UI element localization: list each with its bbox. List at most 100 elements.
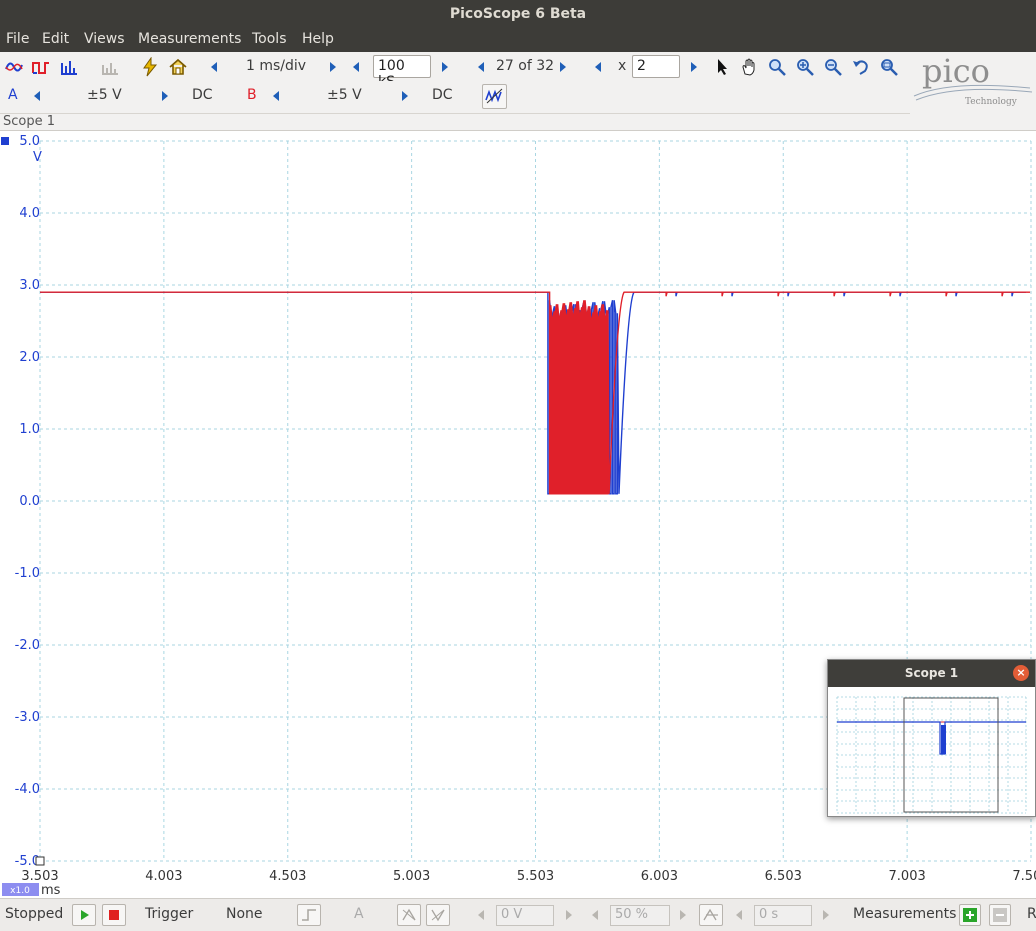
channel-a-label[interactable]: A [8, 87, 18, 103]
menu-bar: File Edit Views Measurements Tools Help [0, 28, 1036, 52]
plus-icon [963, 908, 977, 922]
pico-logo: pico Technology [910, 52, 1036, 114]
menu-file[interactable]: File [6, 31, 29, 47]
start-button[interactable] [72, 904, 96, 926]
x-tick-label: 4.503 [269, 869, 306, 884]
home-icon[interactable] [168, 57, 188, 77]
pre-trigger-increase-button [680, 910, 686, 920]
overview-window[interactable]: Scope 1 × [827, 659, 1036, 817]
waveform-options-icon [485, 88, 503, 104]
pico-logo-icon: pico Technology [913, 52, 1033, 107]
spectrum-mode-icon[interactable] [59, 57, 79, 77]
channel-options-button[interactable] [482, 84, 507, 109]
delay-input: 0 s [754, 905, 812, 926]
post-trigger-icon [703, 908, 718, 921]
x-tick-label: 4.003 [145, 869, 182, 884]
trigger-level-increase-button [566, 910, 572, 920]
y-tick-label: -3.0 [15, 710, 40, 725]
zoom-in-icon[interactable] [795, 57, 815, 77]
overview-title: Scope 1 [904, 666, 959, 680]
zoom-factor-decrease-button[interactable] [595, 62, 601, 72]
samples-increase-button[interactable] [442, 62, 448, 72]
undo-zoom-icon[interactable] [851, 57, 871, 77]
scope-view-tab[interactable]: Scope 1 [0, 114, 1036, 131]
hand-tool-icon[interactable] [739, 57, 759, 77]
samples-decrease-button[interactable] [353, 62, 359, 72]
rising-edge-button [397, 904, 421, 926]
add-measurement-button[interactable] [959, 904, 981, 926]
main-toolbar: 1 ms/div 100 kS 27 of 32 x 2 [0, 52, 910, 90]
advanced-trigger-button [297, 904, 321, 926]
menu-measurements[interactable]: Measurements [138, 31, 241, 47]
channel-toolbar: A ±5 V DC B ±5 V DC [0, 81, 910, 114]
zoom-tool-icon[interactable] [767, 57, 787, 77]
auto-setup-icon[interactable] [140, 57, 160, 77]
x-tick-label: 3.503 [21, 869, 58, 884]
falling-edge-button [426, 904, 450, 926]
x-tick-label: 7.003 [889, 869, 926, 884]
channel-b-coupling[interactable]: DC [432, 87, 453, 103]
menu-views[interactable]: Views [84, 31, 125, 47]
x-tick-label: 5.503 [517, 869, 554, 884]
run-state: Stopped [5, 906, 64, 922]
y-tick-label: 5.0 [19, 134, 40, 149]
overview-plot[interactable] [828, 687, 1035, 816]
samples-input[interactable]: 100 kS [373, 55, 431, 90]
menu-tools[interactable]: Tools [252, 31, 287, 47]
timebase-increase-button[interactable] [330, 62, 336, 72]
capture-next-button[interactable] [560, 62, 566, 72]
logo-text: pico [922, 52, 990, 90]
timebase-value[interactable]: 1 ms/div [246, 58, 306, 74]
trigger-edge-icon [302, 909, 316, 921]
channel-b-label[interactable]: B [247, 87, 257, 103]
y-tick-label: 0.0 [19, 494, 40, 509]
trigger-level-decrease-button [478, 910, 484, 920]
y-tick-label: -1.0 [15, 566, 40, 581]
y-tick-label: 1.0 [19, 422, 40, 437]
falling-edge-icon [431, 909, 445, 922]
overview-window-title: Scope 1 × [828, 660, 1035, 687]
channel-b-range-increase-button[interactable] [402, 91, 408, 101]
menu-edit[interactable]: Edit [42, 31, 69, 47]
trigger-source: A [354, 906, 364, 922]
rising-edge-icon [402, 908, 416, 921]
pre-trigger-decrease-button [592, 910, 598, 920]
y-tick-label: 4.0 [19, 206, 40, 221]
scope-mode-icon[interactable] [4, 57, 24, 77]
play-icon [81, 910, 89, 920]
channel-a-coupling[interactable]: DC [192, 87, 213, 103]
remove-measurement-button [989, 904, 1011, 926]
timebase-decrease-button[interactable] [211, 62, 217, 72]
channel-a-axis-marker [1, 137, 9, 145]
close-icon[interactable]: × [1013, 665, 1029, 681]
zoom-factor-input[interactable]: 2 [632, 55, 680, 78]
trigger-label: Trigger [145, 906, 194, 922]
pointer-tool-icon[interactable] [712, 57, 732, 77]
channel-a-range-decrease-button[interactable] [34, 91, 40, 101]
post-trigger-button [699, 904, 723, 926]
zoom-factor-increase-button[interactable] [691, 62, 697, 72]
overflow-label: R [1027, 906, 1036, 922]
delay-increase-button [823, 910, 829, 920]
menu-help[interactable]: Help [302, 31, 334, 47]
y-tick-label: 2.0 [19, 350, 40, 365]
trigger-level-input: 0 V [496, 905, 554, 926]
status-bar: Stopped Trigger None A 0 V 50 % 0 s Meas… [0, 898, 1036, 931]
trigger-mode-select[interactable]: None [226, 906, 263, 922]
origin-marker [35, 856, 45, 866]
channel-a-range[interactable]: ±5 V [87, 87, 122, 103]
channel-b-range[interactable]: ±5 V [327, 87, 362, 103]
zoom-out-icon[interactable] [823, 57, 843, 77]
capture-previous-button[interactable] [478, 62, 484, 72]
window-title: PicoScope 6 Beta [0, 0, 1036, 28]
zoom-overview-icon[interactable] [879, 57, 899, 77]
channel-b-range-decrease-button[interactable] [273, 91, 279, 101]
x-tick-label: 6.503 [765, 869, 802, 884]
channel-a-range-increase-button[interactable] [162, 91, 168, 101]
delay-decrease-button [736, 910, 742, 920]
stop-button[interactable] [102, 904, 126, 926]
x-tick-label: 7.503 [1012, 869, 1036, 884]
pre-trigger-input: 50 % [610, 905, 670, 926]
logo-subtext: Technology [965, 97, 1018, 107]
persistence-mode-icon[interactable] [31, 57, 51, 77]
